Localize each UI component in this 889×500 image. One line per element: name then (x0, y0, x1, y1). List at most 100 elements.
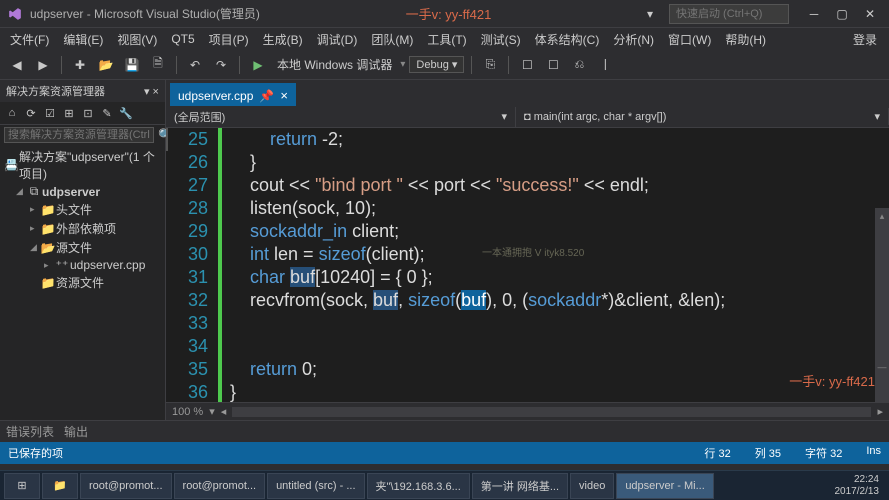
sb-home-icon[interactable]: ⌂ (4, 105, 20, 121)
hscroll-left-icon[interactable]: ◂ (221, 405, 227, 418)
code-line[interactable]: recvfrom(sock, buf, sizeof(buf), 0, (soc… (230, 289, 889, 312)
code-line[interactable]: int len = sizeof(client); (230, 243, 889, 266)
menu-item[interactable]: 帮助(H) (719, 29, 772, 50)
new-icon[interactable]: ✚ (69, 54, 91, 76)
vertical-scrollbar[interactable]: ▴ — ▾ (875, 208, 889, 402)
external-folder[interactable]: ▸📁外部依赖项 (2, 219, 163, 238)
menu-item[interactable]: 工具(T) (421, 29, 472, 50)
tab-pin-icon[interactable]: 📌 (259, 89, 274, 103)
scope-dropdown[interactable]: (全局范围)▾ (166, 107, 516, 127)
sb-tool7[interactable]: 🔧 (118, 105, 134, 121)
output-tab[interactable]: 错误列表 (6, 423, 54, 440)
notify-icon[interactable]: ▾ (637, 4, 663, 24)
menu-item[interactable]: 调试(D) (311, 29, 364, 50)
source-file[interactable]: ▸⁺⁺udpserver.cpp (2, 257, 163, 273)
zoom-level[interactable]: 100 % (172, 406, 203, 418)
menu-item[interactable]: 测试(S) (475, 29, 527, 50)
status-char: 字符 32 (805, 445, 842, 461)
function-dropdown[interactable]: ◘ main(int argc, char * argv[])▾ (516, 108, 889, 125)
solution-node[interactable]: 📇解决方案"udpserver"(1 个项目) (2, 147, 163, 183)
sidebar-menu-icon[interactable]: ▾ × (144, 85, 159, 98)
menu-item[interactable]: 生成(B) (257, 29, 309, 50)
sb-tool5[interactable]: ⊡ (80, 105, 96, 121)
vs-logo-icon (6, 5, 24, 23)
menu-item[interactable]: 分析(N) (607, 29, 660, 50)
sb-tool3[interactable]: ☑ (42, 105, 58, 121)
title-watermark: 一手v: yy-ff421 (260, 4, 637, 23)
task-explorer[interactable]: 📁 (42, 473, 78, 499)
taskbar-item[interactable]: root@promot... (80, 473, 172, 499)
code-line[interactable] (230, 312, 889, 335)
sidebar-search-input[interactable] (4, 127, 154, 143)
sb-tool4[interactable]: ⊞ (61, 105, 77, 121)
solution-explorer: 解决方案资源管理器 ▾ × ⌂ ⟳ ☑ ⊞ ⊡ ✎ 🔧 🔍 📇解决方案"udps… (0, 80, 166, 420)
code-line[interactable] (230, 335, 889, 358)
redo-icon[interactable]: ↷ (210, 54, 232, 76)
tb-comment-icon[interactable]: ☐ (516, 54, 538, 76)
menu-item[interactable]: 团队(M) (365, 29, 419, 50)
menu-item[interactable]: 编辑(E) (57, 29, 109, 50)
window-title: udpserver - Microsoft Visual Studio(管理员) (30, 5, 260, 22)
taskbar: ⊞ 📁 root@promot...root@promot...untitled… (0, 470, 889, 500)
menu-item[interactable]: 窗口(W) (662, 29, 717, 50)
config-dropdown[interactable]: Debug ▾ (409, 56, 464, 73)
open-icon[interactable]: 📂 (95, 54, 117, 76)
output-tab[interactable]: 输出 (64, 423, 88, 440)
code-editor[interactable]: 一本通拥抱 V ityk8.520 return -2; } cout << "… (222, 128, 889, 402)
status-saved: 已保存的项 (8, 445, 63, 461)
start-debug-icon[interactable]: ▶ (247, 54, 269, 76)
taskbar-item[interactable]: 第一讲 网络基... (472, 473, 568, 499)
output-tabs: 错误列表输出 (0, 420, 889, 442)
code-line[interactable]: } (230, 151, 889, 174)
corner-watermark: 一手v: yy-ff421 (789, 371, 875, 390)
menu-item[interactable]: 文件(F) (4, 29, 55, 50)
editor-tab[interactable]: udpserver.cpp 📌 × (170, 83, 296, 106)
tb-misc-2[interactable]: ⎌ (568, 54, 590, 76)
saveall-icon[interactable]: 🗎 (147, 54, 169, 76)
taskbar-clock[interactable]: 22:24 2017/2/13 (829, 474, 886, 498)
tb-uncomment-icon[interactable]: ☐ (542, 54, 564, 76)
tb-misc-1[interactable]: ⎘ (479, 54, 501, 76)
nav-back-icon[interactable]: ◀ (6, 54, 28, 76)
minimize-button[interactable]: ─ (801, 4, 827, 24)
tb-misc-3[interactable]: ⼁ (594, 54, 616, 76)
taskbar-item[interactable]: 夹"\192.168.3.6... (367, 473, 470, 499)
menu-item[interactable]: 体系结构(C) (529, 29, 606, 50)
taskbar-item[interactable]: video (570, 473, 614, 499)
code-line[interactable]: char buf[10240] = { 0 }; (230, 266, 889, 289)
code-line[interactable]: listen(sock, 10); (230, 197, 889, 220)
close-button[interactable]: ✕ (857, 4, 883, 24)
hscroll-right-icon[interactable]: ▸ (877, 405, 883, 418)
start-button[interactable]: ⊞ (4, 473, 40, 499)
status-bar: 已保存的项 行 32 列 35 字符 32 Ins (0, 442, 889, 464)
split-icon[interactable]: — (876, 361, 888, 373)
debugger-label[interactable]: 本地 Windows 调试器 (273, 56, 396, 73)
taskbar-item[interactable]: root@promot... (174, 473, 266, 499)
nav-fwd-icon[interactable]: ▶ (32, 54, 54, 76)
code-line[interactable]: sockaddr_in client; (230, 220, 889, 243)
sources-folder[interactable]: ◢📂源文件 (2, 238, 163, 257)
undo-icon[interactable]: ↶ (184, 54, 206, 76)
project-node[interactable]: ◢⧉udpserver (2, 183, 163, 200)
menu-item[interactable]: 项目(P) (203, 29, 255, 50)
menu-item[interactable]: 视图(V) (111, 29, 163, 50)
headers-folder[interactable]: ▸📁头文件 (2, 200, 163, 219)
sb-refresh-icon[interactable]: ⟳ (23, 105, 39, 121)
menu-item[interactable]: QT5 (165, 30, 200, 48)
maximize-button[interactable]: ▢ (829, 4, 855, 24)
login-button[interactable]: 登录 (845, 29, 885, 50)
sb-tool6[interactable]: ✎ (99, 105, 115, 121)
save-icon[interactable]: 💾 (121, 54, 143, 76)
scroll-up-icon[interactable]: ▴ (876, 210, 888, 222)
horizontal-scrollbar[interactable] (232, 407, 871, 417)
code-line[interactable]: cout << "bind port " << port << "success… (230, 174, 889, 197)
taskbar-item[interactable]: untitled (src) - ... (267, 473, 364, 499)
tab-close-icon[interactable]: × (280, 88, 288, 103)
menubar: 文件(F)编辑(E)视图(V)QT5项目(P)生成(B)调试(D)团队(M)工具… (0, 28, 889, 50)
toolbar: ◀ ▶ ✚ 📂 💾 🗎 ↶ ↷ ▶ 本地 Windows 调试器 ▾ Debug… (0, 50, 889, 80)
quick-launch-input[interactable] (669, 4, 789, 24)
taskbar-item[interactable]: udpserver - Mi... (616, 473, 713, 499)
code-line[interactable]: return -2; (230, 128, 889, 151)
line-gutter: 252627282930313233343536 (166, 128, 222, 402)
resources-folder[interactable]: 📁资源文件 (2, 273, 163, 292)
